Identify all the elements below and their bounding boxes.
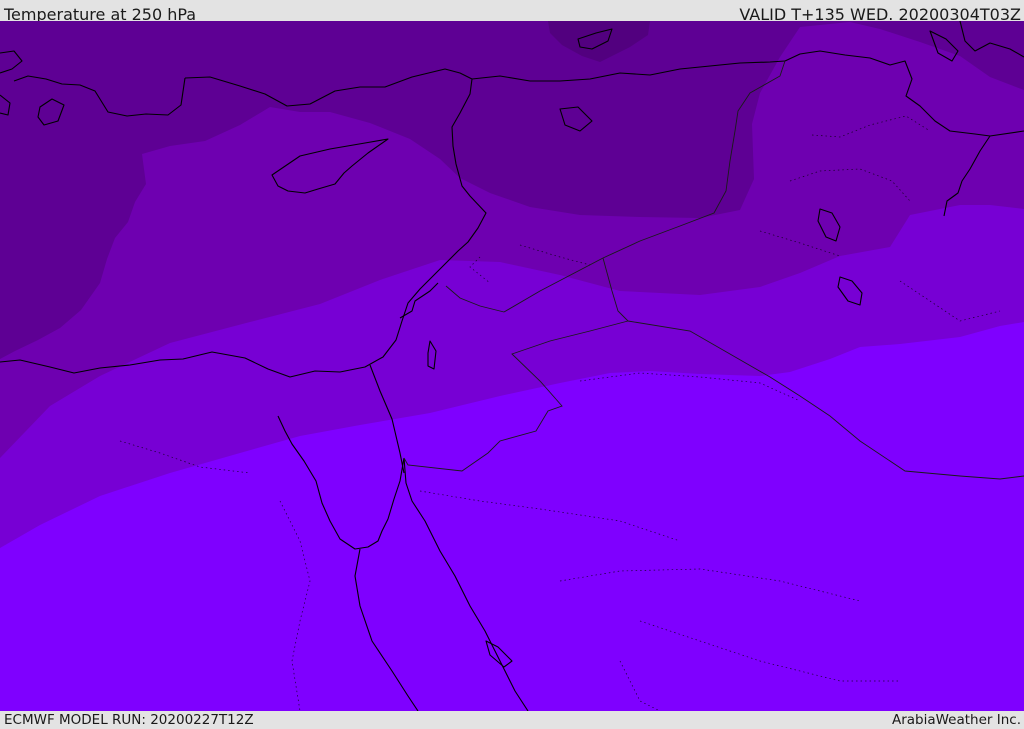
weather-map	[0, 21, 1024, 711]
map-canvas	[0, 21, 1024, 711]
header-bar: Temperature at 250 hPa VALID T+135 WED. …	[0, 0, 1024, 24]
credit-label: ArabiaWeather Inc.	[891, 712, 1021, 728]
model-run-label: ECMWF MODEL RUN: 20200227T12Z	[4, 712, 254, 728]
footer-bar: ECMWF MODEL RUN: 20200227T12Z ArabiaWeat…	[0, 711, 1024, 729]
